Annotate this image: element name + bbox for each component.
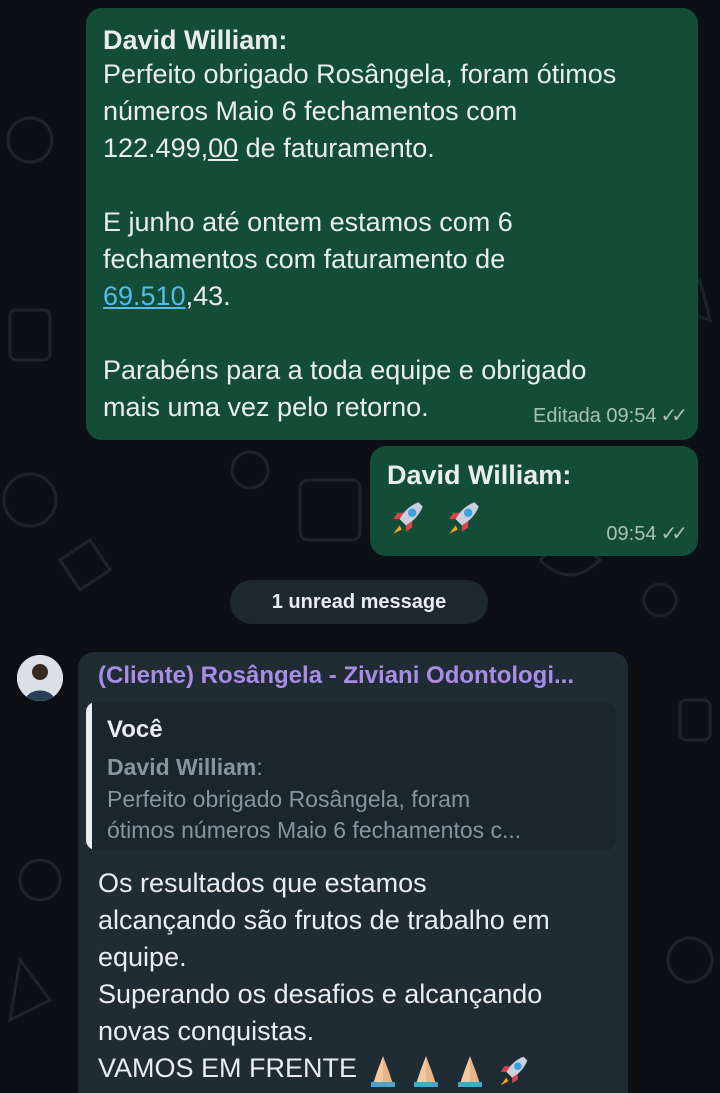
quote-author: Você	[107, 716, 163, 743]
rocket-emoji	[393, 502, 423, 534]
text-line: Superando os desafios e alcançando	[98, 979, 543, 1009]
sender-name: David William	[387, 460, 563, 490]
message-text: Perfeito obrigado Rosângela, foram ótimo…	[103, 56, 616, 426]
message-sender: David William:	[103, 25, 288, 55]
rocket-emoji	[500, 1056, 528, 1086]
quoted-message[interactable]: Você David William: Perfeito obrigado Ro…	[86, 702, 616, 850]
text-line: Perfeito obrigado Rosângela, foram ótimo…	[103, 59, 617, 89]
outgoing-message-bubble[interactable]: David William: Perfeito obrigado Rosânge…	[86, 8, 698, 440]
text-line: Parabéns para a toda equipe e obrigado	[103, 355, 587, 385]
outgoing-message-bubble[interactable]: David William: 09:54 ✓✓	[370, 446, 698, 556]
text-line: números Maio 6 fechamentos com	[103, 96, 518, 126]
text-line: alcançando são frutos de trabalho em	[98, 905, 550, 935]
message-text: Os resultados que estamos alcançando são…	[98, 865, 550, 1089]
text-line: fechamentos com faturamento de	[103, 244, 506, 274]
message-timestamp: 09:54	[606, 523, 657, 545]
quote-text-line: Perfeito obrigado Rosângela, foram	[107, 786, 471, 812]
text-line: 122.499,00 de faturamento.	[103, 130, 616, 167]
text-part: de faturamento.	[238, 133, 435, 163]
message-meta: Editada 09:54 ✓✓	[533, 403, 688, 428]
text-part: ,43.	[185, 281, 231, 311]
group-member-name[interactable]: (Cliente) Rosângela - Ziviani Odontologi…	[98, 662, 574, 690]
quote-text-line: ótimos números Maio 6 fechamentos c...	[107, 817, 522, 843]
message-sender: David William:	[387, 460, 572, 490]
quote-sender-name: David William	[107, 754, 257, 780]
text-part: VAMOS EM FRENTE	[98, 1053, 358, 1083]
amount-cents: 00	[208, 133, 239, 163]
rocket-emoji-row	[387, 496, 485, 536]
phone-link[interactable]: 69.510	[103, 281, 186, 311]
amount-part: 122.499,	[103, 133, 209, 163]
user-avatar-icon	[17, 655, 63, 701]
text-line: E junho até ontem estamos com 6	[103, 207, 513, 237]
quote-bar	[86, 702, 92, 850]
rocket-emoji	[449, 502, 480, 534]
double-check-icon: ✓✓	[660, 523, 687, 545]
quote-sender: David William:	[107, 754, 263, 780]
unread-messages-divider: 1 unread message	[230, 580, 488, 624]
avatar[interactable]	[17, 655, 63, 701]
sender-name: David William	[103, 25, 279, 55]
praying-hands-emoji	[370, 1055, 395, 1087]
text-line: equipe.	[98, 942, 187, 972]
double-check-icon: ✓✓	[660, 405, 687, 427]
message-timestamp: Editada 09:54	[533, 405, 657, 427]
text-line: 69.510,43.	[103, 278, 616, 315]
text-line: Os resultados que estamos	[98, 868, 427, 898]
praying-hands-emoji	[457, 1055, 482, 1087]
praying-hands-emoji	[414, 1055, 439, 1087]
text-line: novas conquistas.	[98, 1016, 315, 1046]
message-meta: 09:54 ✓✓	[606, 521, 687, 546]
text-line: VAMOS EM FRENTE	[98, 1050, 550, 1089]
